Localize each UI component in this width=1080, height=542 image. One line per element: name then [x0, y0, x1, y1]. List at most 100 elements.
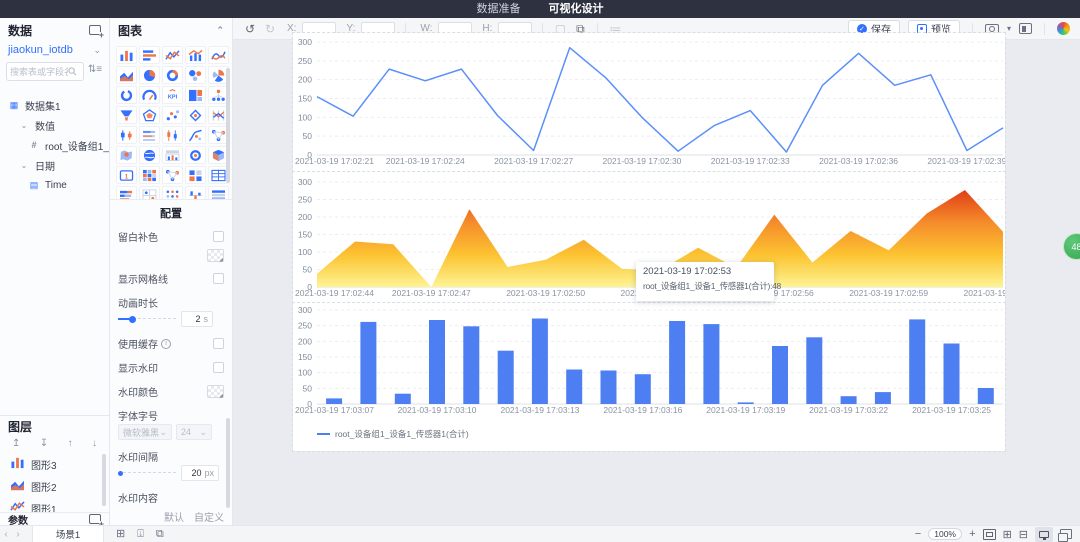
theme-color-wheel-icon[interactable] — [1057, 22, 1070, 35]
chart-type-diamond-chart-icon[interactable] — [185, 106, 206, 124]
chart-type-heatmap-chart-icon[interactable] — [139, 166, 160, 184]
chart-type-kpi-card-icon[interactable]: KPI — [162, 86, 183, 104]
layer-item-label: 图形2 — [31, 479, 57, 494]
watermark-custom-button[interactable]: 自定义 — [194, 509, 224, 524]
chart-type-stacked-hbar-icon[interactable] — [116, 186, 137, 200]
chart-widget-bar[interactable]: 0501001502002503002021-03-19 17:03:07202… — [293, 303, 1005, 451]
font-family-select[interactable]: 微软雅黑⌄ — [118, 424, 172, 440]
snapshot-camera-icon[interactable] — [985, 24, 999, 34]
chart-type-area-chart-icon[interactable] — [116, 66, 137, 84]
design-canvas[interactable]: 0501001502002503002021-03-19 17:02:21202… — [233, 40, 1080, 525]
chart-type-badge-chart-icon[interactable] — [185, 146, 206, 164]
watermark-gap-value[interactable]: 20px — [181, 465, 219, 481]
chart-type-pie-chart-icon[interactable] — [139, 66, 160, 84]
chart-type-bubble-chart-icon[interactable] — [185, 66, 206, 84]
move-up-icon[interactable]: ↑ — [68, 438, 73, 449]
collapse-chevron-icon[interactable]: ⌃ — [216, 25, 224, 36]
zoom-level[interactable]: 100% — [928, 528, 962, 540]
chart-type-map-point-chart-icon[interactable] — [116, 146, 137, 164]
chart-type-ring-progress-icon[interactable] — [116, 86, 137, 104]
scene-tab[interactable]: 场景1 — [32, 526, 104, 542]
add-scene-icon[interactable]: ⊞ — [116, 527, 125, 542]
chevron-down-icon[interactable]: ▾ — [1007, 24, 1011, 33]
bar-chart-svg: 0501001502002503002021-03-19 17:03:07202… — [293, 303, 1005, 451]
panel-toggle-icon[interactable]: ⊟ — [1019, 528, 1028, 541]
use-cache-checkbox[interactable] — [213, 338, 224, 349]
chart-type-line-chart-icon[interactable] — [162, 46, 183, 64]
add-param-icon[interactable] — [89, 514, 101, 524]
chart-type-grid-map-icon[interactable] — [139, 186, 160, 200]
blank-color-checkbox[interactable] — [213, 231, 224, 242]
chart-type-bar-line-mix-icon[interactable] — [185, 46, 206, 64]
chart-type-matrix-chart-icon[interactable] — [185, 166, 206, 184]
sort-filter-icon[interactable]: ⇅≡ — [87, 64, 103, 80]
chart-type-radar-chart-icon[interactable] — [139, 106, 160, 124]
data-panel-title: 数据 — [8, 22, 32, 39]
chart-type-treemap-chart-icon[interactable] — [185, 86, 206, 104]
datasource-select[interactable]: jiaokun_iotdb — [8, 44, 73, 56]
move-bottom-icon[interactable]: ↧ — [40, 438, 48, 449]
layer-item-图形2[interactable]: 图形2 — [0, 475, 109, 497]
chevron-down-icon[interactable]: ⌄ — [93, 45, 101, 56]
svg-text:2021-03-19 17:02:24: 2021-03-19 17:02:24 — [386, 156, 465, 166]
chart-type-candlestick-chart-icon[interactable] — [162, 126, 183, 144]
zoom-in-icon[interactable]: + — [969, 528, 975, 540]
fullscreen-monitor-icon[interactable] — [1035, 527, 1053, 542]
scene-prev-icon[interactable]: ‹ — [0, 529, 12, 540]
tree-item-数据集1[interactable]: ▦数据集1 — [0, 95, 109, 115]
scrollbar-thumb[interactable] — [102, 454, 106, 506]
move-top-icon[interactable]: ↥ — [12, 438, 20, 449]
chart-type-world-map-chart-icon[interactable] — [139, 146, 160, 164]
chart-widget-line[interactable]: 0501001502002503002021-03-19 17:02:21202… — [293, 33, 1005, 172]
chart-type-donut-chart-icon[interactable] — [162, 66, 183, 84]
export-scene-icon[interactable]: ⧉ — [156, 527, 164, 542]
import-scene-icon[interactable]: ⍗ — [137, 527, 144, 542]
undo-icon[interactable]: ↺ — [243, 19, 257, 39]
chart-type-scatter-chart-icon[interactable] — [162, 106, 183, 124]
scene-next-icon[interactable]: › — [12, 529, 24, 540]
tree-item-数值[interactable]: ⌄数值 — [0, 115, 109, 135]
search-input[interactable] — [10, 67, 68, 77]
fit-canvas-icon[interactable] — [983, 529, 996, 540]
chart-type-relation-graph-icon[interactable] — [162, 166, 183, 184]
tab-visual-design[interactable]: 可视化设计 — [549, 0, 604, 18]
chart-type-boxplot-chart-icon[interactable] — [116, 126, 137, 144]
scrollbar-thumb[interactable] — [226, 418, 230, 508]
chart-type-curve-chart-icon[interactable] — [208, 46, 229, 64]
chart-type-horizontal-bar-icon[interactable] — [139, 46, 160, 64]
search-icon — [68, 67, 77, 76]
anim-duration-slider[interactable] — [118, 318, 176, 320]
chart-type-funnel-chart-icon[interactable] — [116, 106, 137, 124]
move-down-icon[interactable]: ↓ — [92, 438, 97, 449]
chart-type-dot-matrix-icon[interactable] — [162, 186, 183, 200]
chart-type-table-bar-chart-icon[interactable] — [162, 146, 183, 164]
grid-toggle-icon[interactable]: ⊞ — [1003, 528, 1012, 541]
tab-data-prep[interactable]: 数据准备 — [477, 0, 521, 18]
chart-type-multi-table-icon[interactable] — [208, 186, 229, 200]
font-size-select[interactable]: 24⌄ — [176, 424, 212, 440]
watermark-default-button[interactable]: 默认 — [164, 509, 184, 524]
chart-type-gauge-chart-icon[interactable] — [139, 86, 160, 104]
tree-item-日期[interactable]: ⌄日期 — [0, 155, 109, 175]
show-watermark-checkbox[interactable] — [213, 362, 224, 373]
chart-type-bullet-chart-icon[interactable] — [139, 126, 160, 144]
blank-color-swatch[interactable] — [207, 249, 224, 262]
scrollbar-thumb[interactable] — [226, 68, 230, 183]
params-row[interactable]: 参数 — [0, 512, 110, 525]
watermark-color-swatch[interactable] — [207, 385, 224, 398]
zoom-out-icon[interactable]: − — [915, 528, 921, 540]
board-icon[interactable] — [1019, 23, 1032, 34]
chart-type-flow-chart-icon[interactable] — [185, 126, 206, 144]
layer-item-图形3[interactable]: 图形3 — [0, 453, 109, 475]
watermark-gap-slider[interactable] — [118, 472, 176, 474]
tree-item-Time[interactable]: ▤Time — [0, 175, 109, 195]
show-grid-checkbox[interactable] — [213, 273, 224, 284]
chart-type-number-card-icon[interactable]: 1 — [116, 166, 137, 184]
chart-type-basic-bar-icon[interactable] — [116, 46, 137, 64]
tree-item-root_设备组1_设备...[interactable]: #root_设备组1_设备... — [0, 135, 109, 155]
redo-icon[interactable]: ↻ — [263, 19, 277, 39]
cascade-windows-icon[interactable] — [1060, 529, 1072, 539]
add-dataset-icon[interactable] — [89, 25, 101, 35]
anim-duration-value[interactable]: 2s — [181, 311, 213, 327]
chart-type-negative-bar-icon[interactable] — [185, 186, 206, 200]
